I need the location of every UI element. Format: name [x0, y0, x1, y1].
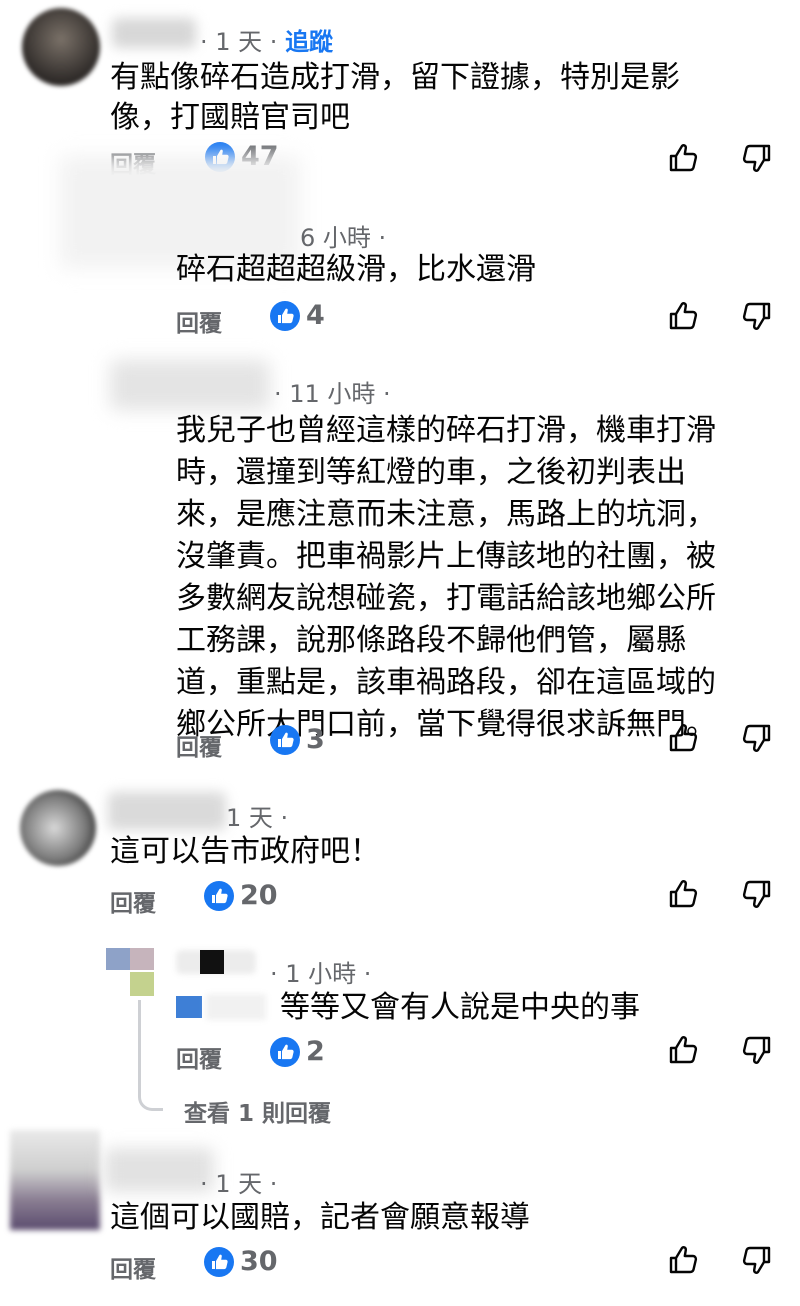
avatar[interactable] — [20, 790, 96, 866]
comment-text-line: 有點像碎石造成打滑，留下證據，特別是影 — [110, 60, 680, 95]
timestamp: · 1 天 · — [200, 1170, 278, 1198]
author-name[interactable] — [110, 360, 270, 410]
mention-tag — [176, 996, 202, 1018]
like-count: 4 — [306, 300, 325, 331]
comment-meta: · 1 天 · 追蹤 — [200, 22, 333, 57]
like-badge-icon — [204, 880, 234, 911]
reaction-count[interactable]: 3 — [270, 724, 325, 755]
comment-text: 這個可以國賠，記者會願意報導 — [110, 1198, 530, 1238]
thumbs-up-icon[interactable] — [667, 300, 699, 332]
like-badge-icon — [270, 1036, 300, 1067]
thumbs-up-icon[interactable] — [667, 1034, 699, 1066]
timestamp: · 1 天 · — [200, 28, 278, 56]
thumbs-down-icon[interactable] — [741, 878, 773, 910]
timestamp: 6 小時 · — [300, 224, 387, 252]
reaction-count[interactable]: 20 — [204, 880, 278, 911]
comment-text: 等等又會有人說是中央的事 — [280, 988, 640, 1028]
avatar[interactable] — [22, 8, 100, 86]
like-count: 30 — [240, 1246, 278, 1277]
comment-text-line: 碎石超超超級滑，比水還滑 — [176, 252, 536, 287]
follow-button[interactable]: 追蹤 — [285, 28, 333, 56]
author-name[interactable] — [108, 792, 226, 830]
comment-text-line: 工務課，說那條路段不歸他們管，屬縣 — [176, 623, 686, 658]
thumbs-up-icon[interactable] — [667, 1244, 699, 1276]
thumbs-down-icon[interactable] — [741, 1244, 773, 1276]
reply-button[interactable]: 回覆 — [110, 884, 156, 918]
avatar[interactable] — [10, 1130, 100, 1230]
reaction-count[interactable]: 30 — [204, 1246, 278, 1277]
thumbs-down-icon[interactable] — [741, 722, 773, 754]
comment-text: 這可以告市政府吧！ — [110, 832, 380, 872]
comment-text-line: 沒肇責。把車禍影片上傳該地的社團，被 — [176, 539, 716, 574]
reaction-count[interactable]: 4 — [270, 300, 325, 331]
thumbs-down-icon[interactable] — [741, 1034, 773, 1066]
comment-text-line: 像，打國賠官司吧 — [110, 100, 350, 135]
thumbs-up-icon[interactable] — [667, 722, 699, 754]
comment-text-line: 這個可以國賠，記者會願意報導 — [110, 1200, 530, 1235]
thumbs-up-icon[interactable] — [667, 142, 699, 174]
thumbs-down-icon[interactable] — [741, 300, 773, 332]
thumbs-up-icon[interactable] — [667, 878, 699, 910]
like-count: 20 — [240, 880, 278, 911]
reply-button[interactable]: 回覆 — [176, 1040, 222, 1074]
comment-text: 我兒子也曾經這樣的碎石打滑，機車打滑 時，還撞到等紅燈的車，之後初判表出 來，是… — [176, 410, 716, 746]
reaction-count[interactable]: 2 — [270, 1036, 325, 1067]
timestamp: · 11 小時 · — [274, 380, 391, 408]
like-badge-icon — [270, 300, 300, 331]
comment-text-line: 多數網友說想碰瓷，打電話給該地鄉公所 — [176, 581, 716, 616]
like-count: 2 — [306, 1036, 325, 1067]
reply-button[interactable]: 回覆 — [176, 728, 222, 762]
comment-text: 碎石超超超級滑，比水還滑 — [176, 250, 536, 290]
timestamp: 1 天 · — [226, 804, 289, 832]
comment-text-line: 來，是應注意而未注意，馬路上的坑洞， — [176, 497, 716, 532]
reply-button[interactable]: 回覆 — [176, 304, 222, 338]
author-name[interactable] — [104, 1148, 214, 1192]
comment-text-line: 這可以告市政府吧！ — [110, 834, 380, 869]
like-badge-icon — [270, 724, 300, 755]
thread-line — [138, 1000, 163, 1111]
comment-text-line: 時，還撞到等紅燈的車，之後初判表出 — [176, 455, 686, 490]
author-name[interactable] — [112, 18, 196, 48]
timestamp: · 1 小時 · — [270, 960, 372, 988]
thumbs-down-icon[interactable] — [741, 142, 773, 174]
like-badge-icon — [204, 1246, 234, 1277]
comment-text-line: 我兒子也曾經這樣的碎石打滑，機車打滑 — [176, 413, 716, 448]
reply-button[interactable]: 回覆 — [110, 1250, 156, 1284]
comment-text-line: 道，重點是，該車禍路段，卻在這區域的 — [176, 665, 716, 700]
author-name-fragment — [200, 950, 224, 974]
mention-tag-blurred — [206, 994, 266, 1020]
comment-text-line: 鄉公所大門口前，當下覺得很求訴無門。 — [176, 707, 716, 742]
avatar[interactable] — [106, 948, 156, 998]
comment-text-line: 等等又會有人說是中央的事 — [280, 990, 640, 1025]
view-replies-link[interactable]: 查看 1 則回覆 — [184, 1094, 331, 1128]
like-count: 3 — [306, 724, 325, 755]
comment-text: 有點像碎石造成打滑，留下證據，特別是影 像，打國賠官司吧 — [110, 58, 680, 138]
